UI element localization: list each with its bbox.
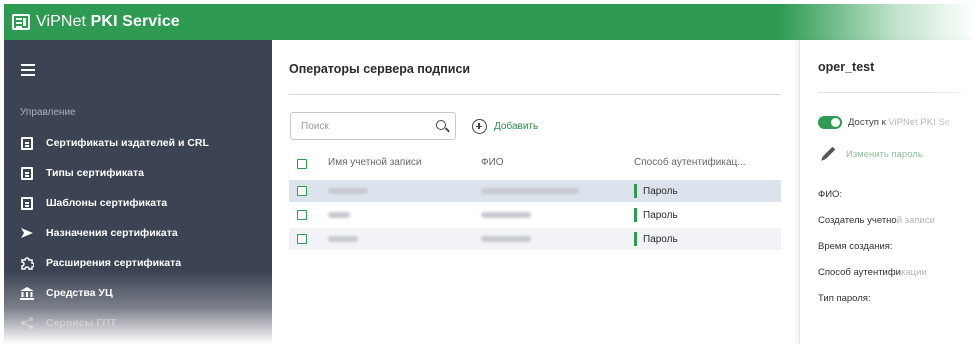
fio-blurred	[481, 188, 579, 194]
add-circle-icon	[472, 119, 487, 134]
sidebar-section-label: Управление	[20, 107, 76, 118]
account-name-blurred	[328, 236, 358, 242]
puzzle-icon	[20, 256, 34, 270]
account-name-blurred	[328, 188, 368, 194]
app-title-regular: ViPNet	[36, 13, 87, 30]
auth-status-bar	[634, 184, 637, 198]
field-label: Создатель учетно	[818, 215, 897, 226]
sidebar: Управление Сертификаты издателей и CRL Т…	[4, 40, 272, 344]
search-input[interactable]: Поиск	[290, 112, 456, 140]
field-label: ФИО:	[818, 189, 843, 200]
page-title: Операторы сервера подписи	[289, 62, 471, 76]
app-logo-icon	[12, 14, 30, 30]
document-icon	[20, 166, 34, 180]
sidebar-item-label: Шаблоны сертификата	[46, 197, 168, 209]
auth-method: Пароль	[634, 232, 678, 246]
row-checkbox[interactable]	[297, 210, 307, 220]
app-title: ViPNet PKI Service	[36, 13, 180, 31]
details-panel: oper_test Доступ к ViPNet PKI Se Изменит…	[799, 40, 973, 344]
auth-method: Пароль	[634, 184, 678, 198]
details-title: oper_test	[818, 60, 875, 74]
sidebar-item-label: Назначения сертификата	[46, 227, 178, 239]
sidebar-item-certificate-types[interactable]: Типы сертификата	[20, 164, 144, 182]
share-icon	[20, 316, 34, 330]
fio-blurred	[481, 236, 531, 242]
top-bar: ViPNet PKI Service	[4, 4, 973, 40]
bank-icon	[20, 286, 34, 300]
field-fio: ФИО:	[818, 189, 842, 200]
field-label-faded: й записи	[896, 215, 935, 226]
sidebar-item-certificate-purposes[interactable]: Назначения сертификата	[20, 224, 178, 242]
access-toggle[interactable]	[818, 116, 842, 129]
auth-status-bar	[634, 208, 637, 222]
change-password-link[interactable]: Изменить пароль	[846, 149, 923, 160]
search-icon[interactable]	[436, 120, 446, 130]
search-placeholder: Поиск	[301, 121, 329, 132]
table-row[interactable]: Пароль	[289, 204, 781, 226]
send-icon	[20, 226, 34, 240]
column-header-account[interactable]: Имя учетной записи	[328, 157, 421, 168]
auth-method-label: Пароль	[643, 185, 678, 197]
table-header: Имя учетной записи ФИО Способ аутентифик…	[289, 153, 781, 175]
access-label-text: Доступ к	[848, 117, 889, 128]
auth-status-bar	[634, 232, 637, 246]
table-row[interactable]: Пароль	[289, 180, 781, 202]
sidebar-item-label: Средства УЦ	[46, 287, 113, 299]
table-row[interactable]: Пароль	[289, 228, 781, 250]
sidebar-item-certificate-extensions[interactable]: Расширения сертификата	[20, 254, 181, 272]
app-window: ViPNet PKI Service Управление Сертификат…	[4, 4, 973, 344]
account-name-blurred	[328, 212, 350, 218]
edge-fade	[933, 40, 973, 344]
field-creator: Создатель учетной записи	[818, 215, 935, 226]
field-label: Способ аутентифи	[818, 267, 901, 278]
sidebar-item-label: Сервисы ГПТ	[46, 317, 117, 329]
row-checkbox[interactable]	[297, 186, 307, 196]
field-label: Время создания:	[818, 241, 893, 252]
sidebar-item-services[interactable]: Сервисы ГПТ	[20, 314, 116, 332]
title-divider	[289, 94, 781, 95]
auth-method-label: Пароль	[643, 209, 678, 221]
column-header-fio[interactable]: ФИО	[481, 157, 504, 168]
select-all-checkbox[interactable]	[297, 159, 307, 169]
template-icon	[20, 196, 34, 210]
sidebar-item-label: Расширения сертификата	[46, 257, 182, 269]
sidebar-item-label: Сертификаты издателей и CRL	[46, 137, 209, 149]
column-header-auth[interactable]: Способ аутентификац...	[634, 157, 746, 168]
pencil-icon[interactable]	[822, 146, 836, 160]
sidebar-item-issuer-certificates[interactable]: Сертификаты издателей и CRL	[20, 134, 209, 152]
fio-blurred	[481, 212, 531, 218]
sidebar-item-label: Типы сертификата	[46, 167, 144, 179]
field-created-time: Время создания:	[818, 241, 893, 252]
field-label: Тип пароля:	[818, 293, 871, 304]
sidebar-item-certificate-templates[interactable]: Шаблоны сертификата	[20, 194, 167, 212]
sidebar-item-ca-tools[interactable]: Средства УЦ	[20, 284, 113, 302]
add-button[interactable]: Добавить	[472, 119, 538, 134]
field-password-type: Тип пароля:	[818, 293, 871, 304]
row-checkbox[interactable]	[297, 234, 307, 244]
add-button-label: Добавить	[494, 121, 539, 132]
certificate-icon	[20, 136, 34, 150]
menu-toggle-icon[interactable]	[21, 64, 35, 66]
field-auth-method: Способ аутентификации	[818, 267, 927, 278]
auth-method: Пароль	[634, 208, 678, 222]
app-title-bold: PKI Service	[90, 13, 180, 30]
field-label-faded: кации	[901, 267, 927, 278]
auth-method-label: Пароль	[643, 233, 678, 245]
main-panel: Операторы сервера подписи Поиск Добавить…	[272, 40, 799, 344]
